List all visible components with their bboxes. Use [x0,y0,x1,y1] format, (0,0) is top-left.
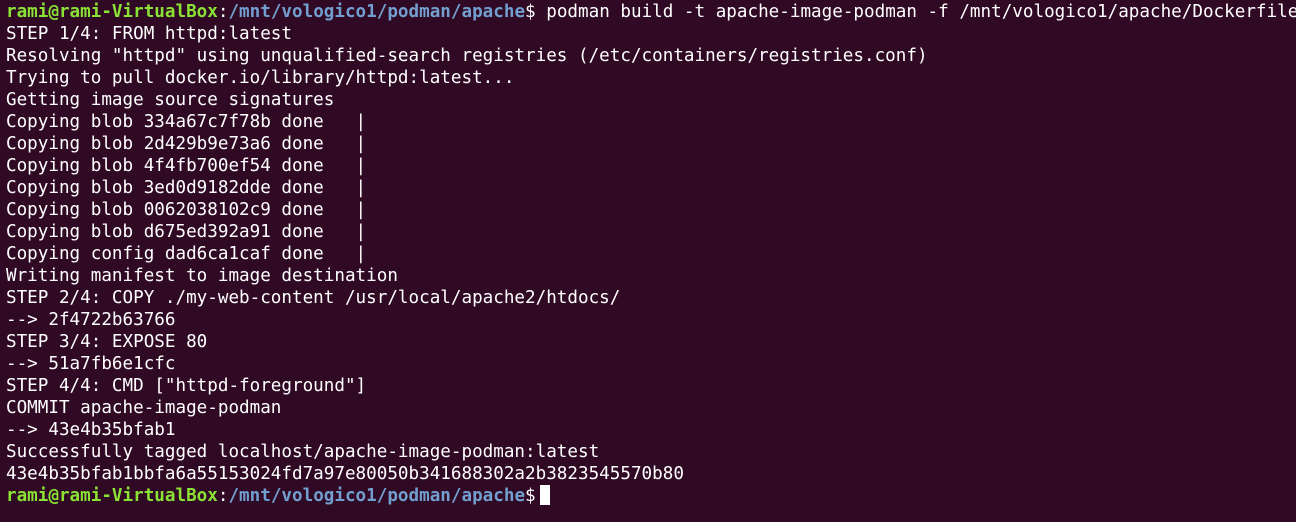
command-output: STEP 1/4: FROM httpd:latest Resolving "h… [6,23,1296,485]
prompt-cwd: /mnt/vologico1/podman/apache [228,486,526,506]
output-line: Copying blob 4f4fb700ef54 done | [6,156,367,176]
output-line: Resolving "httpd" using unqualified-sear… [6,46,928,66]
prompt-cwd: /mnt/vologico1/podman/apache [228,2,526,22]
prompt-line-current[interactable]: rami@rami-VirtualBox:/mnt/vologico1/podm… [6,485,1296,507]
prompt-symbol: $ [525,486,536,506]
output-line: STEP 3/4: EXPOSE 80 [6,332,208,352]
output-line: Copying blob 334a67c7f78b done | [6,112,367,132]
prompt-symbol: $ [525,2,536,22]
prompt-line-command: rami@rami-VirtualBox:/mnt/vologico1/podm… [6,1,1296,23]
prompt-user-host: rami@rami-VirtualBox [6,2,218,22]
output-line: STEP 2/4: COPY ./my-web-content /usr/loc… [6,288,621,308]
text-cursor [539,485,550,505]
prompt-separator: : [217,486,229,506]
output-line: --> 43e4b35bfab1 [6,420,176,440]
output-line: COMMIT apache-image-podman [6,398,282,418]
terminal-window[interactable]: rami@rami-VirtualBox:/mnt/vologico1/podm… [0,0,1296,522]
output-line: STEP 4/4: CMD ["httpd-foreground"] [6,376,367,396]
output-line: --> 2f4722b63766 [6,310,176,330]
output-line: 43e4b35bfab1bbfa6a55153024fd7a97e80050b3… [6,464,684,484]
output-line: Trying to pull docker.io/library/httpd:l… [6,68,515,88]
output-line: Getting image source signatures [6,90,335,110]
output-line: Copying config dad6ca1caf done | [6,244,367,264]
output-line: Successfully tagged localhost/apache-ima… [6,442,600,462]
output-line: STEP 1/4: FROM httpd:latest [6,24,292,44]
prompt-user-host: rami@rami-VirtualBox [6,486,218,506]
prompt-separator: : [217,2,229,22]
output-line: Copying blob 3ed0d9182dde done | [6,178,367,198]
output-line: Copying blob 2d429b9e73a6 done | [6,134,367,154]
output-line: --> 51a7fb6e1cfc [6,354,176,374]
output-line: Copying blob 0062038102c9 done | [6,200,367,220]
output-line: Writing manifest to image destination [6,266,398,286]
command-text: podman build -t apache-image-podman -f /… [535,2,1296,22]
output-line: Copying blob d675ed392a91 done | [6,222,367,242]
